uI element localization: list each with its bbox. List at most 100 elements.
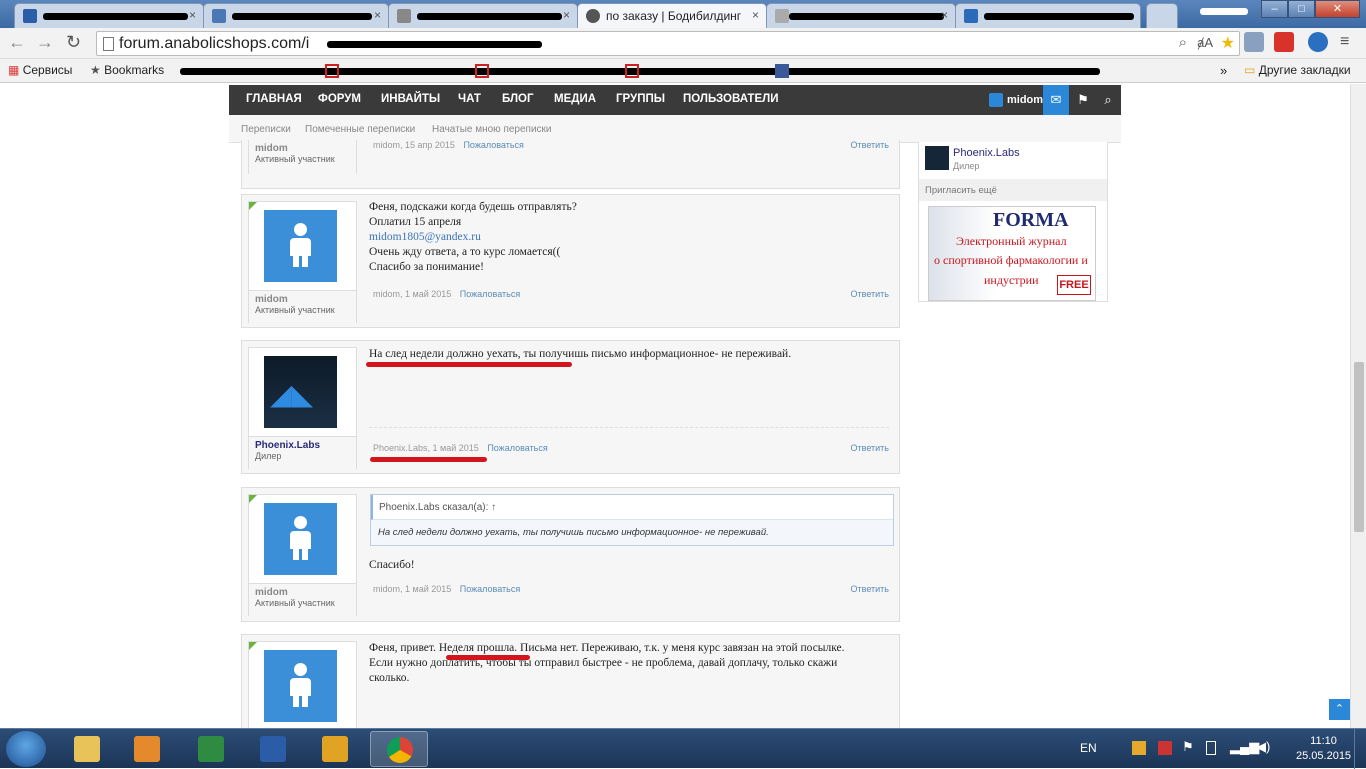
user-card bbox=[248, 641, 357, 728]
message-meta: midom, 1 май 2015 Пожаловаться bbox=[373, 584, 520, 594]
network-signal-icon[interactable]: ▂▄▆ bbox=[1230, 739, 1259, 755]
tab-starred-conversations[interactable]: Помеченные переписки bbox=[305, 124, 415, 135]
forward-button[interactable]: → bbox=[36, 32, 54, 53]
browser-tab[interactable]: × bbox=[766, 3, 956, 28]
flag-icon[interactable]: ⚑ bbox=[1182, 739, 1194, 755]
bookmark-icon[interactable] bbox=[625, 64, 639, 78]
back-button[interactable]: ← bbox=[8, 32, 26, 53]
taskbar-excel[interactable] bbox=[182, 731, 240, 767]
close-tab-icon[interactable]: × bbox=[563, 8, 570, 22]
page-scrollbar[interactable] bbox=[1350, 84, 1366, 728]
email-link[interactable]: midom1805@yandex.ru bbox=[369, 230, 577, 245]
start-button[interactable] bbox=[6, 731, 46, 767]
forma-banner[interactable]: FORMA Электронный журнал о спортивной фа… bbox=[928, 206, 1096, 301]
message-date[interactable]: midom, 15 апр 2015 bbox=[373, 140, 455, 150]
windows-taskbar: EN ⚑ ▂▄▆ ◀) 11:10 25.05.2015 bbox=[0, 728, 1366, 769]
word-icon bbox=[260, 736, 286, 762]
folder-icon: ▭ bbox=[1244, 63, 1256, 77]
nav-chat[interactable]: ЧАТ bbox=[458, 93, 481, 105]
browser-tab[interactable]: × bbox=[388, 3, 578, 28]
username[interactable]: midom bbox=[255, 143, 350, 154]
reload-button[interactable]: ↻ bbox=[66, 32, 81, 53]
tray-icon[interactable] bbox=[1132, 741, 1146, 755]
scroll-to-top-button[interactable]: ⌃ bbox=[1329, 699, 1350, 720]
browser-tab[interactable]: × bbox=[203, 3, 389, 28]
reply-link[interactable]: Ответить bbox=[851, 289, 889, 299]
extension-icon[interactable] bbox=[1244, 32, 1264, 52]
browser-tab-active[interactable]: по заказу | Бодибилдинг × bbox=[577, 3, 767, 28]
close-window-button[interactable]: ✕ bbox=[1315, 0, 1360, 18]
tray-icon[interactable] bbox=[1158, 741, 1172, 755]
extension-icon[interactable] bbox=[1308, 32, 1328, 52]
show-desktop-button[interactable] bbox=[1354, 729, 1366, 769]
nav-groups[interactable]: ГРУППЫ bbox=[616, 93, 665, 105]
other-bookmarks-folder[interactable]: ▭ Другие закладки bbox=[1244, 63, 1351, 77]
avatar[interactable]: ◢◣ bbox=[264, 356, 337, 428]
taskbar-word[interactable] bbox=[244, 731, 302, 767]
report-link[interactable]: Пожаловаться bbox=[487, 443, 547, 453]
username[interactable]: midom bbox=[255, 587, 350, 598]
message-date[interactable]: midom, 1 май 2015 bbox=[373, 289, 451, 299]
bookmarks-folder[interactable]: ★ Bookmarks bbox=[90, 63, 164, 77]
translate-icon[interactable]: ⱥA bbox=[1197, 35, 1213, 50]
username[interactable]: midom bbox=[255, 294, 350, 305]
nav-blog[interactable]: БЛОГ bbox=[502, 93, 534, 105]
reply-link[interactable]: Ответить bbox=[851, 584, 889, 594]
nav-users[interactable]: ПОЛЬЗОВАТЕЛИ bbox=[683, 93, 778, 105]
close-tab-icon[interactable]: × bbox=[374, 8, 381, 22]
more-bookmarks-button[interactable]: » bbox=[1220, 63, 1227, 78]
nav-forum[interactable]: ФОРУМ bbox=[318, 93, 361, 105]
browser-tab[interactable] bbox=[955, 3, 1141, 28]
reply-link[interactable]: Ответить bbox=[851, 443, 889, 453]
avatar[interactable] bbox=[264, 650, 337, 722]
report-link[interactable]: Пожаловаться bbox=[463, 140, 523, 150]
quote-author[interactable]: Phoenix.Labs сказал(а): ↑ bbox=[371, 495, 893, 520]
banner-title: FORMA bbox=[993, 209, 1069, 231]
extension-icon[interactable] bbox=[1274, 32, 1294, 52]
language-indicator[interactable]: EN bbox=[1080, 741, 1097, 755]
avatar[interactable] bbox=[264, 503, 337, 575]
device-icon[interactable] bbox=[1206, 741, 1216, 755]
tab-started-conversations[interactable]: Начатые мною переписки bbox=[432, 124, 552, 135]
reply-link[interactable]: Ответить bbox=[851, 140, 889, 150]
report-link[interactable]: Пожаловаться bbox=[460, 584, 520, 594]
username[interactable]: Phoenix.Labs bbox=[255, 440, 350, 451]
address-bar[interactable]: forum.anabolicshops.com/i ⌕ ⱥA ★ bbox=[96, 31, 1240, 56]
apps-shortcut[interactable]: ▦ Сервисы bbox=[8, 63, 72, 77]
flag-icon[interactable]: ⚑ bbox=[1070, 85, 1096, 115]
taskbar-media[interactable] bbox=[118, 731, 176, 767]
taskbar-outlook[interactable] bbox=[306, 731, 364, 767]
bookmark-icon[interactable] bbox=[775, 64, 789, 78]
taskbar-explorer[interactable] bbox=[58, 731, 116, 767]
close-tab-icon[interactable]: × bbox=[941, 8, 948, 22]
report-link[interactable]: Пожаловаться bbox=[460, 289, 520, 299]
nav-media[interactable]: МЕДИА bbox=[554, 93, 596, 105]
search-icon[interactable]: ⌕ bbox=[1095, 85, 1121, 115]
close-tab-icon[interactable]: × bbox=[752, 8, 759, 22]
taskbar-chrome[interactable] bbox=[370, 731, 428, 767]
site-favicon bbox=[397, 9, 411, 23]
avatar[interactable] bbox=[264, 210, 337, 282]
zoom-icon[interactable]: ⌕ bbox=[1179, 34, 1187, 51]
minimize-button[interactable]: – bbox=[1261, 0, 1288, 18]
close-tab-icon[interactable]: × bbox=[189, 8, 196, 22]
nav-invites[interactable]: ИНВАЙТЫ bbox=[381, 93, 440, 105]
invite-more-link[interactable]: Пригласить ещё bbox=[919, 179, 1107, 201]
menu-icon[interactable]: ≡ bbox=[1340, 33, 1349, 51]
participant-name[interactable]: Phoenix.Labs bbox=[953, 147, 1020, 159]
tab-conversations[interactable]: Переписки bbox=[241, 124, 291, 135]
star-icon[interactable]: ★ bbox=[1221, 33, 1235, 53]
volume-icon[interactable]: ◀) bbox=[1256, 739, 1270, 755]
new-tab-button[interactable] bbox=[1146, 3, 1178, 28]
message-date[interactable]: Phoenix.Labs, 1 май 2015 bbox=[373, 443, 479, 453]
message: ◢◣ Phoenix.Labs Дилер На след недели дол… bbox=[241, 340, 900, 474]
nav-home[interactable]: ГЛАВНАЯ bbox=[246, 93, 302, 105]
bookmark-icon[interactable] bbox=[475, 64, 489, 78]
bookmark-icon[interactable] bbox=[325, 64, 339, 78]
system-clock[interactable]: 11:10 25.05.2015 bbox=[1296, 734, 1351, 764]
maximize-button[interactable]: □ bbox=[1288, 0, 1315, 18]
scrollbar-thumb[interactable] bbox=[1354, 362, 1364, 532]
envelope-icon[interactable]: ✉ bbox=[1043, 85, 1069, 115]
message-date[interactable]: midom, 1 май 2015 bbox=[373, 584, 451, 594]
browser-tab[interactable]: × bbox=[14, 3, 204, 28]
